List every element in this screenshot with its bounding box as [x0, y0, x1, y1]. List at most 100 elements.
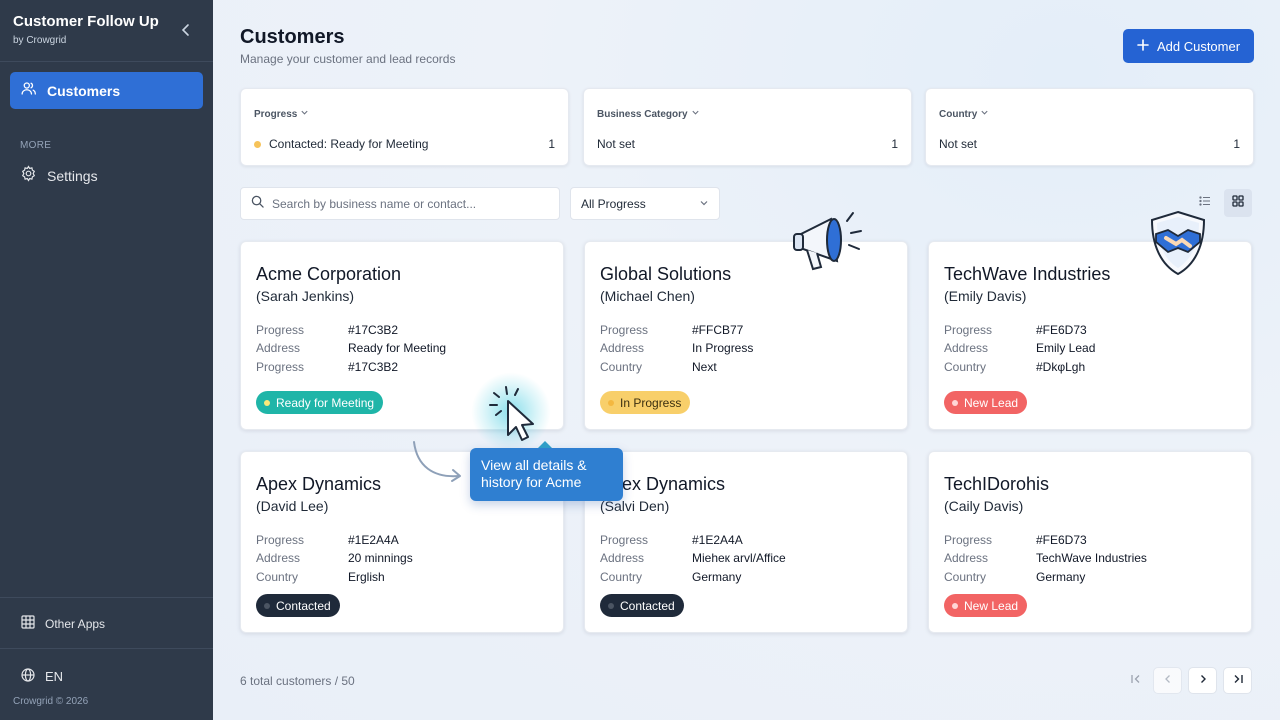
sidebar: Customer Follow Up by Crowgrid Customers… [0, 0, 213, 720]
field-value: TechWave Industries [1036, 551, 1147, 566]
field-value: #FE6D73 [1036, 533, 1087, 547]
card-fields: Progress #FE6D73 Address TechWave Industri… [944, 531, 1147, 586]
search-box[interactable] [240, 187, 560, 220]
customer-card[interactable]: TechIDorohis (Caily Davis) Progress #FE6D… [928, 451, 1252, 633]
filter-count: 1 [548, 137, 555, 151]
progress-select-value: All Progress [581, 196, 646, 211]
page-title: Customers [240, 26, 345, 48]
grid-view-toggle[interactable] [1224, 189, 1252, 217]
field-value: Next [692, 359, 717, 374]
filter-card-progress[interactable]: Progress Contacted: Ready for Meeting 1 [240, 88, 569, 166]
last-page-icon [1232, 672, 1244, 690]
filter-label: Progress [254, 108, 298, 120]
language-selector[interactable]: EN [21, 668, 63, 685]
app-subtitle: by Crowgrid [13, 35, 67, 46]
other-apps-link[interactable]: Other Apps [21, 615, 105, 632]
filter-value: Contacted: Ready for Meeting [269, 137, 429, 151]
field-value: Germany [1036, 569, 1086, 584]
field-value: 20 minnings [348, 551, 413, 566]
badge-dot-icon [264, 399, 270, 406]
sidebar-item-customers[interactable]: Customers [10, 72, 203, 109]
filter-label: Country [939, 108, 978, 120]
field-value: #FFCB77 [692, 323, 744, 337]
card-fields: Progress #FE6D73 Address Emily Lead Countr… [944, 321, 1095, 376]
add-customer-button[interactable]: Add Customer [1123, 29, 1254, 63]
field-label: Progress [256, 533, 305, 547]
field-value: Erglish [348, 569, 385, 584]
field-label: Address [600, 551, 645, 566]
business-name: Acme Corporation [256, 264, 402, 284]
field-label: Progress [944, 533, 993, 547]
badge-label: New Lead [964, 395, 1019, 410]
language-label: EN [45, 669, 64, 684]
tooltip-line: history for Acme [481, 474, 582, 490]
filter-card-country[interactable]: Country Not set 1 [925, 88, 1254, 166]
field-label: Address [256, 341, 301, 356]
filter-option[interactable]: Contacted: Ready for Meeting 1 [254, 137, 555, 151]
business-name: TechIDorohis [944, 474, 1050, 494]
field-label: Country [944, 359, 987, 374]
previous-page-button[interactable] [1153, 667, 1182, 694]
chevron-down-icon [980, 108, 989, 120]
add-customer-label: Add Customer [1156, 38, 1241, 54]
badge-dot-icon [952, 399, 958, 406]
card-fields: Progress #1E2A4A Address Mieheк arvl/Affic… [600, 531, 786, 586]
cursor-icon [488, 385, 540, 448]
sidebar-item-settings[interactable]: Settings [20, 165, 98, 187]
first-page-button[interactable] [1121, 667, 1150, 694]
contact-name: (Emily Davis) [944, 288, 1027, 304]
field-label: Address [944, 551, 989, 566]
chevron-right-icon [1197, 672, 1209, 690]
sidebar-item-label: Customers [47, 82, 121, 99]
grid-icon [1232, 194, 1244, 212]
page-subtitle: Manage your customer and lead records [240, 52, 456, 66]
business-name: Global Solutions [600, 264, 732, 284]
sidebar-item-label: Settings [47, 168, 98, 184]
section-label-more: MORE [20, 140, 52, 151]
filter-header: Business Category [597, 108, 700, 120]
contact-name: (Caily Davis) [944, 498, 1024, 514]
chevron-down-icon [691, 108, 700, 120]
gear-icon [20, 165, 37, 187]
status-badge: In Progress [600, 391, 691, 414]
badge-dot-icon [608, 602, 614, 609]
filter-option[interactable]: Not set 1 [597, 137, 898, 151]
field-label: Address [600, 341, 645, 356]
filter-header: Country [939, 108, 989, 120]
field-label: Country [944, 569, 987, 584]
search-input[interactable] [272, 196, 552, 211]
sidebar-divider [0, 61, 213, 62]
handshake-shield-icon [1148, 208, 1208, 283]
status-dot-icon [254, 140, 261, 148]
field-value: #17C3B2 [348, 359, 399, 374]
curved-arrow-icon [409, 438, 469, 491]
customer-card[interactable]: Apex Dynamics (Salvi Den) Progress #1E2A4… [584, 451, 908, 633]
next-page-button[interactable] [1188, 667, 1217, 694]
field-value: #DkφLgh [1036, 359, 1086, 374]
badge-label: Contacted [620, 598, 675, 613]
filter-card-business-category[interactable]: Business Category Not set 1 [583, 88, 912, 166]
filter-count: 1 [891, 137, 898, 151]
badge-dot-icon [264, 602, 270, 609]
field-label: Progress [600, 323, 649, 337]
field-value: In Progress [692, 341, 754, 356]
card-fields: Progress #FFCB77 Address In Progress Count… [600, 321, 753, 376]
field-value: #1E2A4A [692, 533, 743, 547]
badge-label: Contacted [276, 598, 331, 613]
badge-label: In Progress [620, 395, 682, 410]
badge-dot-icon [608, 399, 614, 406]
contact-name: (Michael Chen) [600, 288, 695, 304]
last-page-button[interactable] [1223, 667, 1252, 694]
business-name: TechWave Industries [944, 264, 1111, 284]
chevron-left-icon[interactable] [176, 20, 196, 40]
filter-count: 1 [1233, 137, 1240, 151]
app-title: Customer Follow Up [13, 13, 159, 30]
filter-label: Business Category [597, 108, 688, 120]
filter-option[interactable]: Not set 1 [939, 137, 1240, 151]
status-badge: Contacted [600, 594, 684, 617]
badge-label: New Lead [964, 598, 1019, 613]
field-label: Address [256, 551, 301, 566]
field-value: Germany [692, 569, 742, 584]
progress-select[interactable]: All Progress [570, 187, 720, 220]
contact-name: (Sarah Jenkins) [256, 288, 355, 304]
